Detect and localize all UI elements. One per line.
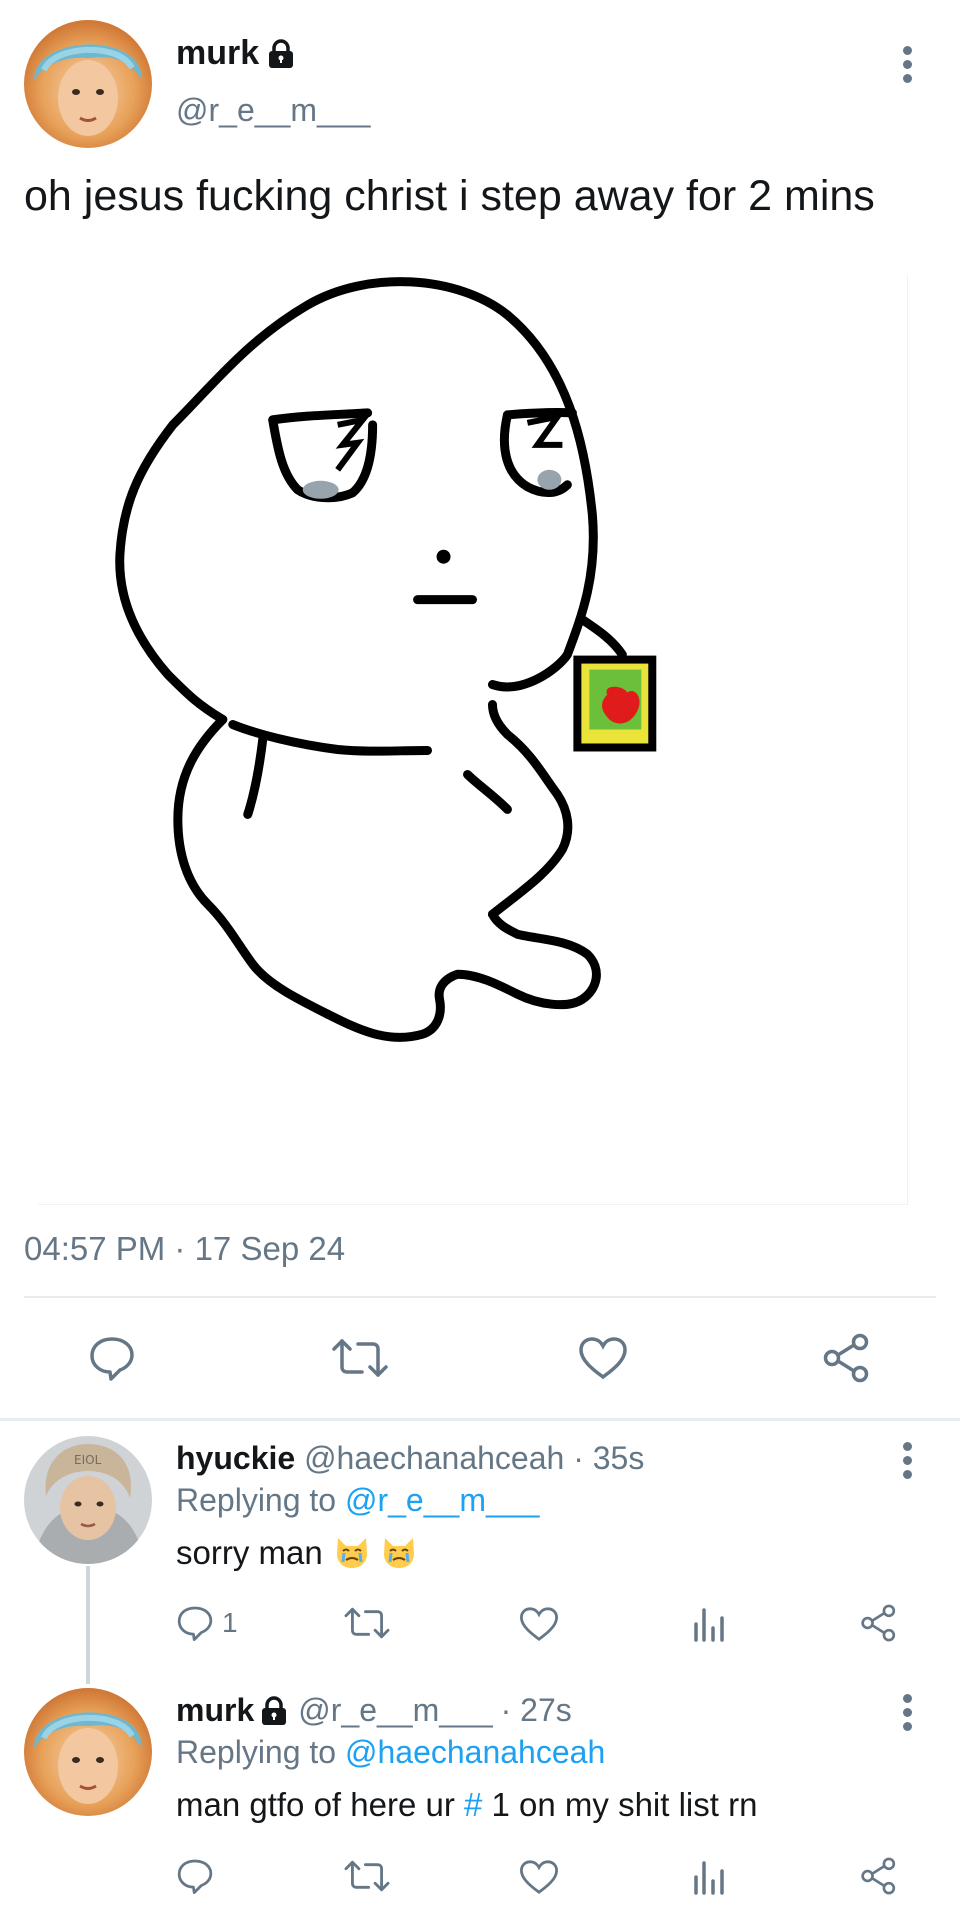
display-name[interactable]: hyuckie (176, 1440, 295, 1476)
analytics-button[interactable] (692, 1859, 726, 1895)
reply-icon (177, 1606, 213, 1642)
retweet-icon (344, 1860, 390, 1892)
reply-text-content: sorry man (176, 1534, 323, 1571)
like-button[interactable] (578, 1336, 628, 1380)
reply-count: 1 (222, 1607, 238, 1638)
reply-text: sorry man (176, 1534, 417, 1572)
crying-cat-face-icon (334, 1534, 370, 1570)
retweet-button[interactable] (344, 1606, 390, 1640)
like-icon (519, 1860, 559, 1894)
like-button[interactable] (519, 1606, 559, 1642)
doodle-character-icon (115, 277, 657, 1042)
reply-text-before: man gtfo of here ur (176, 1786, 464, 1823)
share-button[interactable] (860, 1604, 898, 1642)
avatar[interactable] (24, 1688, 152, 1816)
reply-button[interactable] (88, 1335, 136, 1381)
divider (24, 1296, 936, 1298)
mention-link[interactable]: @r_e__m___ (345, 1482, 539, 1518)
svg-text:EIOL: EIOL (74, 1453, 102, 1467)
reply-button[interactable] (176, 1857, 214, 1895)
analytics-icon (694, 1861, 724, 1895)
reply-icon (177, 1859, 213, 1895)
retweet-button[interactable] (332, 1337, 388, 1379)
mention-link[interactable]: @haechanahceah (345, 1734, 605, 1770)
display-name[interactable]: murk (176, 34, 259, 73)
like-icon (579, 1337, 627, 1380)
replying-label: Replying to (176, 1482, 337, 1518)
share-icon (823, 1333, 869, 1383)
handle[interactable]: @haechanahceah (304, 1440, 564, 1476)
more-options-icon[interactable] (901, 1442, 913, 1482)
share-icon (861, 1857, 896, 1895)
reply-time: · 27s (500, 1692, 572, 1728)
thread-line (86, 1566, 90, 1684)
share-button[interactable] (860, 1857, 898, 1895)
retweet-icon (344, 1607, 390, 1639)
reply-time: · 35s (573, 1440, 645, 1476)
analytics-button[interactable] (692, 1606, 726, 1642)
retweet-button[interactable] (344, 1859, 390, 1893)
reply-header[interactable]: murk @r_e__m___ · 27s (176, 1692, 572, 1729)
like-icon (519, 1607, 559, 1641)
more-options-icon[interactable] (901, 1694, 913, 1734)
handle[interactable]: @r_e__m___ (298, 1692, 492, 1729)
handle[interactable]: @r_e__m___ (176, 92, 370, 129)
replying-label: Replying to (176, 1734, 337, 1770)
retweet-icon (332, 1339, 388, 1377)
replying-to: Replying to @r_e__m___ (176, 1482, 539, 1519)
reply-text: man gtfo of here ur # 1 on my shit list … (176, 1786, 757, 1824)
lock-icon (260, 1695, 288, 1726)
tweet-timestamp[interactable]: 04:57 PM · 17 Sep 24 (24, 1230, 345, 1268)
analytics-icon (694, 1608, 724, 1642)
tweet-media-image[interactable] (38, 275, 908, 1205)
hashtag-link[interactable]: # (464, 1786, 482, 1823)
like-button[interactable] (519, 1859, 559, 1895)
reply-icon (90, 1337, 134, 1381)
share-icon (861, 1604, 896, 1642)
reply-button[interactable]: 1 (176, 1604, 238, 1642)
share-button[interactable] (822, 1333, 872, 1383)
divider (0, 1418, 960, 1421)
crying-cat-face-icon (381, 1534, 417, 1570)
avatar[interactable] (24, 20, 152, 148)
tweet-text: oh jesus fucking christ i step away for … (24, 172, 875, 220)
display-name[interactable]: murk (176, 1692, 254, 1729)
reply-text-after: 1 on my shit list rn (482, 1786, 758, 1823)
reply-header[interactable]: hyuckie @haechanahceah · 35s (176, 1440, 644, 1477)
replying-to: Replying to @haechanahceah (176, 1734, 605, 1771)
author-name-row[interactable]: murk (176, 34, 295, 73)
more-options-icon[interactable] (901, 46, 913, 86)
lock-icon (267, 38, 295, 69)
avatar[interactable]: EIOL (24, 1436, 152, 1564)
